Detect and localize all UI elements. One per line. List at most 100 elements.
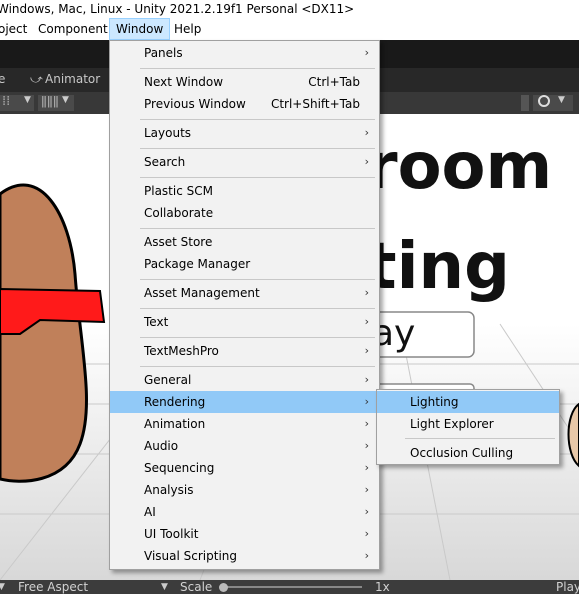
chevron-right-icon: › xyxy=(364,439,369,452)
snap-icon: ǁǁǁ xyxy=(41,94,59,108)
chevron-down-icon: ▼ xyxy=(24,95,31,105)
toolbar-divider xyxy=(521,95,529,111)
menu-item-panels[interactable]: Panels › xyxy=(110,42,379,64)
chevron-right-icon: › xyxy=(364,46,369,59)
menu-item-text[interactable]: Text › xyxy=(110,311,379,333)
menu-item-previous-window[interactable]: Previous Window Ctrl+Shift+Tab xyxy=(110,93,379,115)
chevron-down-icon: ▼ xyxy=(62,95,69,105)
menu-separator xyxy=(140,228,375,229)
menu-item-next-window[interactable]: Next Window Ctrl+Tab xyxy=(110,71,379,93)
menu-item-ui-toolkit[interactable]: UI Toolkit › xyxy=(110,523,379,545)
menu-separator xyxy=(140,308,375,309)
aspect-dropdown[interactable]: Free Aspect xyxy=(18,580,88,594)
menu-item-visual-scripting[interactable]: Visual Scripting › xyxy=(110,545,379,567)
chevron-down-icon: ▼ xyxy=(558,95,565,105)
render-mode-icon xyxy=(538,95,550,107)
grid-dropdown[interactable]: ⁞⁞ ▼ xyxy=(0,94,34,111)
menu-separator xyxy=(140,68,375,69)
visibility-dropdown[interactable]: ▼ xyxy=(533,95,573,111)
chevron-right-icon: › xyxy=(364,461,369,474)
menu-bar: oject Component Window Help xyxy=(0,18,579,40)
menu-item-analysis[interactable]: Analysis › xyxy=(110,479,379,501)
chevron-down-icon: ▼ xyxy=(161,582,168,592)
submenu-item-light-explorer[interactable]: Light Explorer xyxy=(377,413,559,435)
scene-title-line2: ting xyxy=(366,230,510,304)
submenu-item-label: Occlusion Culling xyxy=(410,446,514,460)
menu-item-label: AI xyxy=(144,505,156,519)
scale-label: Scale xyxy=(180,580,213,594)
play-focused-label[interactable]: Play xyxy=(556,580,579,594)
menu-item-label: Audio xyxy=(144,439,179,453)
menu-item-search[interactable]: Search › xyxy=(110,151,379,173)
chevron-right-icon: › xyxy=(364,126,369,139)
menu-item-textmeshpro[interactable]: TextMeshPro › xyxy=(110,340,379,362)
scale-slider[interactable] xyxy=(222,586,362,588)
chevron-right-icon: › xyxy=(364,527,369,540)
window-menu: Panels › Next Window Ctrl+Tab Previous W… xyxy=(109,40,380,570)
menu-item-label: Asset Store xyxy=(144,235,213,249)
chevron-right-icon: › xyxy=(364,417,369,430)
menu-component[interactable]: Component xyxy=(38,18,108,40)
menu-item-label: Visual Scripting xyxy=(144,549,237,563)
menu-item-layouts[interactable]: Layouts › xyxy=(110,122,379,144)
menu-item-label: Search xyxy=(144,155,186,169)
menu-window[interactable]: Window xyxy=(109,18,171,40)
grid-icon: ⁞⁞ xyxy=(2,94,11,109)
menu-separator xyxy=(140,279,375,280)
menu-item-label: UI Toolkit xyxy=(144,527,199,541)
menu-item-label: Sequencing xyxy=(144,461,215,475)
menu-item-shortcut: Ctrl+Tab xyxy=(308,75,360,89)
menu-item-label: Panels xyxy=(144,46,183,60)
menu-item-rendering[interactable]: Rendering › xyxy=(110,391,379,413)
menu-item-asset-management[interactable]: Asset Management › xyxy=(110,282,379,304)
chevron-right-icon: › xyxy=(364,395,369,408)
menu-item-animation[interactable]: Animation › xyxy=(110,413,379,435)
submenu-item-label: Lighting xyxy=(410,395,459,409)
menu-help[interactable]: Help xyxy=(174,18,201,40)
menu-separator xyxy=(140,148,375,149)
menu-item-asset-store[interactable]: Asset Store xyxy=(110,231,379,253)
chevron-right-icon: › xyxy=(364,373,369,386)
tab-animator[interactable]: Animator xyxy=(45,72,100,86)
menu-separator xyxy=(405,438,555,439)
chevron-right-icon: › xyxy=(364,286,369,299)
chevron-right-icon: › xyxy=(364,505,369,518)
menu-project[interactable]: oject xyxy=(0,18,27,40)
menu-item-collaborate[interactable]: Collaborate xyxy=(110,202,379,224)
menu-item-general[interactable]: General › xyxy=(110,369,379,391)
menu-item-label: Asset Management xyxy=(144,286,260,300)
menu-item-label: Previous Window xyxy=(144,97,246,111)
menu-item-label: Rendering xyxy=(144,395,206,409)
game-view-bar: ▼ Free Aspect ▼ Scale 1x Play xyxy=(0,580,579,594)
scale-slider-handle[interactable] xyxy=(219,583,228,592)
snap-dropdown[interactable]: ǁǁǁ ▼ xyxy=(38,94,74,111)
menu-item-label: Package Manager xyxy=(144,257,251,271)
menu-item-label: General xyxy=(144,373,192,387)
submenu-item-occlusion-culling[interactable]: Occlusion Culling xyxy=(377,442,559,464)
menu-item-label: Next Window xyxy=(144,75,224,89)
chevron-right-icon: › xyxy=(364,344,369,357)
menu-separator xyxy=(140,119,375,120)
menu-item-label: Text xyxy=(144,315,169,329)
menu-separator xyxy=(140,337,375,338)
menu-item-audio[interactable]: Audio › xyxy=(110,435,379,457)
title-bar: Windows, Mac, Linux - Unity 2021.2.19f1 … xyxy=(0,0,579,18)
window-title: Windows, Mac, Linux - Unity 2021.2.19f1 … xyxy=(0,2,355,16)
menu-item-ai[interactable]: AI › xyxy=(110,501,379,523)
submenu-item-lighting[interactable]: Lighting xyxy=(377,391,559,413)
menu-item-sequencing[interactable]: Sequencing › xyxy=(110,457,379,479)
menu-item-label: Collaborate xyxy=(144,206,214,220)
menu-item-label: TextMeshPro xyxy=(144,344,219,358)
chevron-down-icon: ▼ xyxy=(0,582,5,592)
menu-item-shortcut: Ctrl+Shift+Tab xyxy=(270,97,360,111)
chevron-right-icon: › xyxy=(364,155,369,168)
chevron-right-icon: › xyxy=(364,315,369,328)
menu-item-label: Animation xyxy=(144,417,206,431)
menu-item-package-manager[interactable]: Package Manager xyxy=(110,253,379,275)
menu-item-label: Layouts xyxy=(144,126,192,140)
submenu-item-label: Light Explorer xyxy=(410,417,494,431)
tab-partial[interactable]: e xyxy=(0,72,5,86)
animator-icon: ⤻ xyxy=(30,72,43,86)
scale-value: 1x xyxy=(375,580,390,594)
menu-item-plastic-scm[interactable]: Plastic SCM xyxy=(110,180,379,202)
